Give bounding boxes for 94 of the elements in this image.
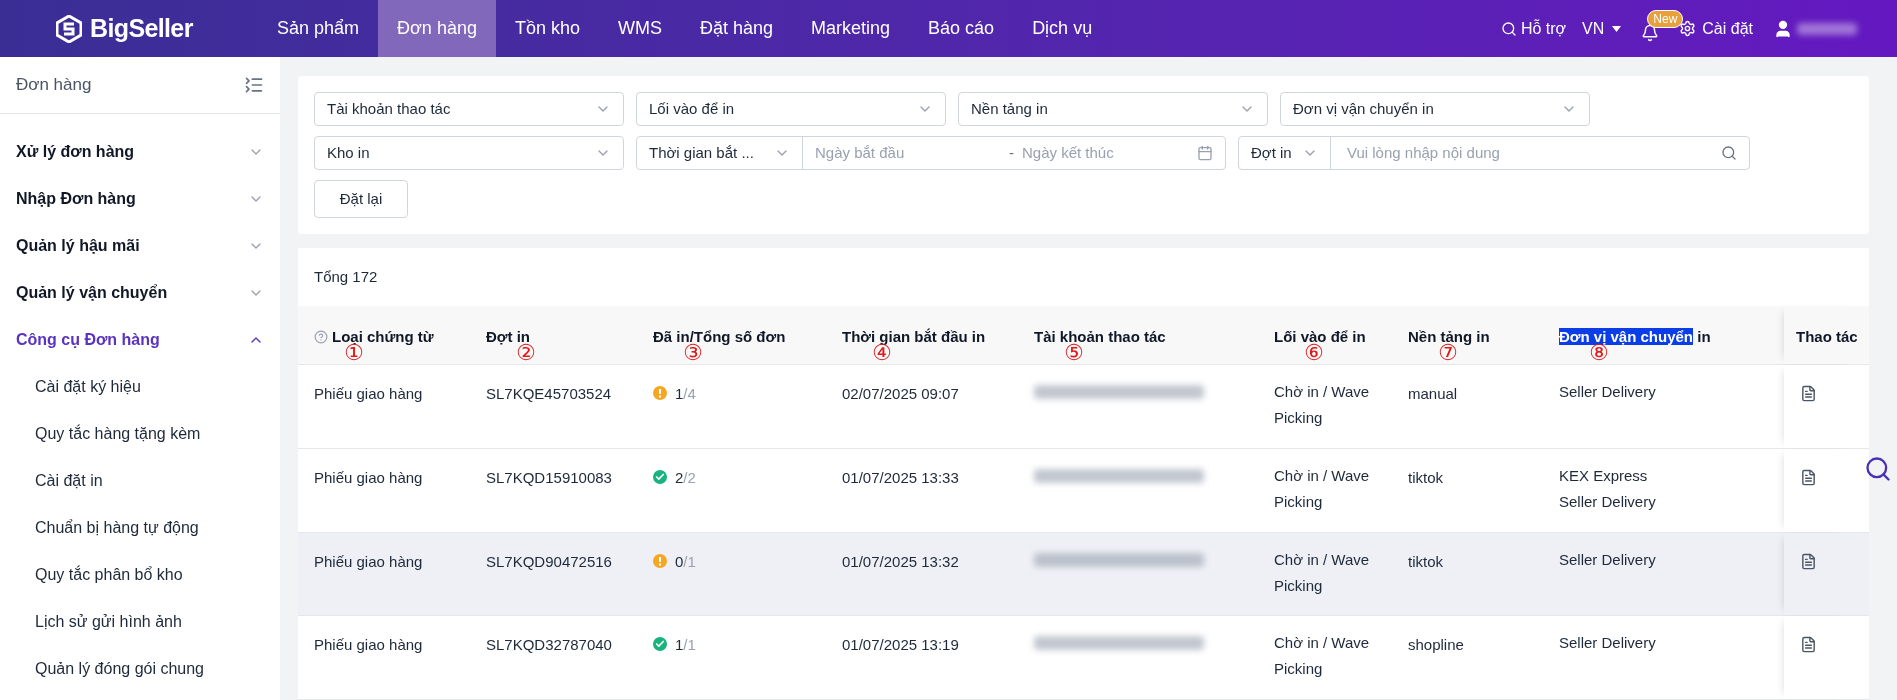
nav-tab[interactable]: WMS: [598, 0, 681, 57]
column-header: Thao tác: [1796, 326, 1858, 347]
check-icon: [653, 470, 667, 485]
table-cell: tiktok: [1408, 552, 1443, 570]
table-cell: SL7KQD90472516: [486, 552, 612, 570]
filter-dropdown[interactable]: Tài khoản thao tác: [314, 92, 624, 126]
nav-tab[interactable]: Marketing: [792, 0, 910, 57]
reset-button[interactable]: Đặt lại: [314, 180, 408, 218]
table-cell: Phiếu giao hàng: [314, 552, 423, 570]
table-cell: Phiếu giao hàng: [314, 636, 423, 654]
table-cell-text: Chờ in / Wave Picking: [1274, 549, 1371, 596]
table-cell-text: Chờ in / Wave Picking: [1274, 466, 1371, 513]
filter-dropdown[interactable]: Nền tảng in: [958, 92, 1268, 126]
table-cell: tiktok: [1408, 469, 1443, 487]
table-cell: Phiếu giao hàng: [314, 385, 423, 403]
table-cell: SL7KQD32787040: [486, 636, 612, 654]
nav-tab[interactable]: Sản phẩm: [258, 0, 379, 57]
filter-dropdown[interactable]: Đơn vị vận chuyển in: [1280, 92, 1590, 126]
collapse-sidebar-icon[interactable]: [244, 75, 264, 95]
carrier-name: Seller Delivery: [1559, 633, 1657, 654]
table-cell: SL7KQE45703524: [486, 385, 612, 403]
nav-tab[interactable]: Dịch vụ: [1013, 0, 1112, 57]
gear-icon: [1679, 20, 1697, 37]
search-input[interactable]: Vui lòng nhập nội dung: [1331, 141, 1721, 165]
table-row[interactable]: Phiếu giao hàng SL7KQD90472516 0/1 01/07/2025 13:32 Chờ in / Wave Picking tiktok Seller Delivery: [298, 532, 1869, 617]
carrier-name: Seller Delivery: [1559, 492, 1657, 513]
table-cell: Phiếu giao hàng: [314, 469, 423, 487]
sidebar-group[interactable]: Nhập Đơn hàng: [0, 175, 280, 222]
search-type-label: Đợt in: [1251, 142, 1292, 163]
check-icon: [653, 637, 667, 652]
sidebar-group[interactable]: Quản lý hậu mãi: [0, 222, 280, 269]
sidebar-item[interactable]: Cài đặt in: [0, 457, 280, 504]
notification-icon[interactable]: [1641, 23, 1660, 42]
language-selector[interactable]: VN: [1582, 16, 1622, 41]
date-separator: -: [1009, 142, 1014, 163]
new-badge: New: [1647, 9, 1684, 28]
sidebar-item[interactable]: Lịch sử gửi hình ảnh: [0, 598, 280, 645]
date-type-label: Thời gian bắt ...: [649, 142, 754, 163]
filter-dropdown[interactable]: Kho in: [314, 136, 624, 170]
document-icon[interactable]: [1800, 385, 1817, 403]
logo-text: BigSeller: [90, 12, 193, 44]
document-icon[interactable]: [1800, 552, 1817, 570]
column-header: Thời gian bắt đầu in: [842, 326, 986, 345]
print-count: 2/2: [675, 468, 696, 489]
start-date-placeholder: Ngày bắt đầu: [814, 142, 906, 163]
end-date-placeholder: Ngày kết thúc: [1022, 142, 1115, 163]
nav-tab[interactable]: Đặt hàng: [680, 0, 793, 57]
calendar-icon: [1197, 145, 1213, 161]
logo-icon: [56, 14, 82, 43]
sidebar-group[interactable]: Xử lý đơn hàng: [0, 128, 280, 175]
total-count: Tổng 172: [314, 266, 378, 287]
filter-dropdown[interactable]: Lối vào để in: [636, 92, 946, 126]
document-icon[interactable]: [1800, 636, 1817, 654]
nav-tab[interactable]: Tồn kho: [495, 0, 599, 57]
table-cell: shopline: [1408, 636, 1464, 654]
sidebar-item[interactable]: Quy tắc phân bổ kho: [0, 551, 280, 598]
sidebar-item[interactable]: Chuẩn bị hàng tự động: [0, 504, 280, 551]
table-row[interactable]: Phiếu giao hàng SL7KQD15910083 2/2 01/07/2025 13:33 Chờ in / Wave Picking tiktok KEX Express Seller Delivery: [298, 449, 1869, 533]
table-row[interactable]: Phiếu giao hàng SL7KQD32787040 1/1 01/07/2025 13:19 Chờ in / Wave Picking shopline Seller Delivery: [298, 616, 1869, 700]
date-range-field[interactable]: Thời gian bắt ... Ngày bắt đầu - Ngày kết thúc: [636, 136, 1226, 170]
table-cell-text: Chờ in / Wave Picking: [1274, 382, 1371, 429]
table-cell: manual: [1408, 385, 1458, 403]
sidebar-group[interactable]: Công cụ Đơn hàng: [0, 316, 280, 363]
table-cell: 01/07/2025 13:32: [842, 552, 959, 570]
sidebar-group[interactable]: Quản lý vận chuyển: [0, 269, 280, 316]
carrier-name: KEX Express: [1559, 466, 1649, 487]
table-cell: 01/07/2025 13:19: [842, 636, 959, 654]
caret-icon: [1612, 25, 1622, 32]
carrier-name: Seller Delivery: [1559, 382, 1657, 403]
print-count: 1/4: [675, 384, 696, 405]
print-count: 1/1: [675, 635, 696, 656]
sidebar-title: Đơn hàng: [16, 74, 92, 97]
help-link[interactable]: Hỗ trợ: [1500, 16, 1567, 41]
carrier-name: Seller Delivery: [1559, 549, 1657, 570]
print-count: 0/1: [675, 551, 696, 572]
warning-icon: [653, 386, 667, 401]
document-icon[interactable]: [1800, 469, 1817, 487]
nav-tab[interactable]: Đơn hàng: [378, 0, 496, 57]
sidebar-item[interactable]: Cài đặt ký hiệu: [0, 363, 280, 410]
sidebar-item[interactable]: Quản lý đóng gói chung: [0, 645, 280, 692]
search-icon[interactable]: [1864, 455, 1892, 483]
warning-icon: [653, 553, 667, 568]
sidebar-item[interactable]: Quy tắc hàng tặng kèm: [0, 410, 280, 457]
redacted-username: [1797, 22, 1857, 35]
table-row[interactable]: Phiếu giao hàng SL7KQE45703524 1/4 02/07/2025 09:07 Chờ in / Wave Picking manual Seller Delivery: [298, 365, 1869, 450]
search-icon[interactable]: [1721, 145, 1737, 161]
nav-tab[interactable]: Báo cáo: [909, 0, 1014, 57]
table-cell: 02/07/2025 09:07: [842, 385, 959, 403]
table-cell-text: Chờ in / Wave Picking: [1274, 633, 1371, 680]
user-icon[interactable]: [1773, 18, 1793, 39]
table-cell: SL7KQD15910083: [486, 469, 612, 487]
batch-search-field[interactable]: Đợt in Vui lòng nhập nội dung: [1238, 136, 1750, 170]
search-icon: [1500, 20, 1517, 37]
table-cell: 01/07/2025 13:33: [842, 469, 959, 487]
